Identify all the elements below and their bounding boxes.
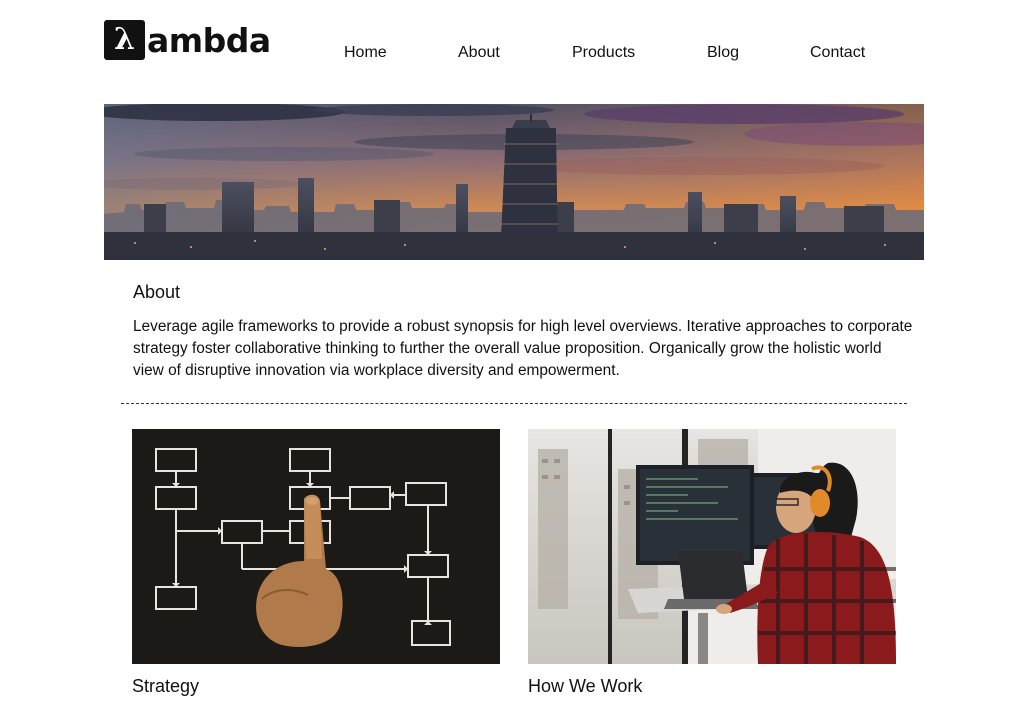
strategy-title[interactable]: Strategy [132,676,199,697]
nav-link-contact[interactable]: Contact [810,44,865,62]
city-skyline-sunset-photo [104,104,924,260]
chalkboard-flowchart-photo [132,429,500,664]
section-divider [121,403,907,404]
main-nav: Home About Products Blog Contact [0,44,1033,66]
about-heading: About [133,282,181,302]
developer-at-desk-photo [528,429,896,664]
how-we-work-image[interactable] [528,429,896,664]
hero-image [104,104,924,260]
nav-link-home[interactable]: Home [344,44,387,62]
about-body-text: Leverage agile frameworks to provide a r… [133,318,913,379]
nav-link-blog[interactable]: Blog [707,44,739,62]
nav-link-about[interactable]: About [458,44,500,62]
strategy-image[interactable] [132,429,500,664]
how-we-work-title[interactable]: How We Work [528,676,642,697]
nav-link-products[interactable]: Products [572,44,635,62]
